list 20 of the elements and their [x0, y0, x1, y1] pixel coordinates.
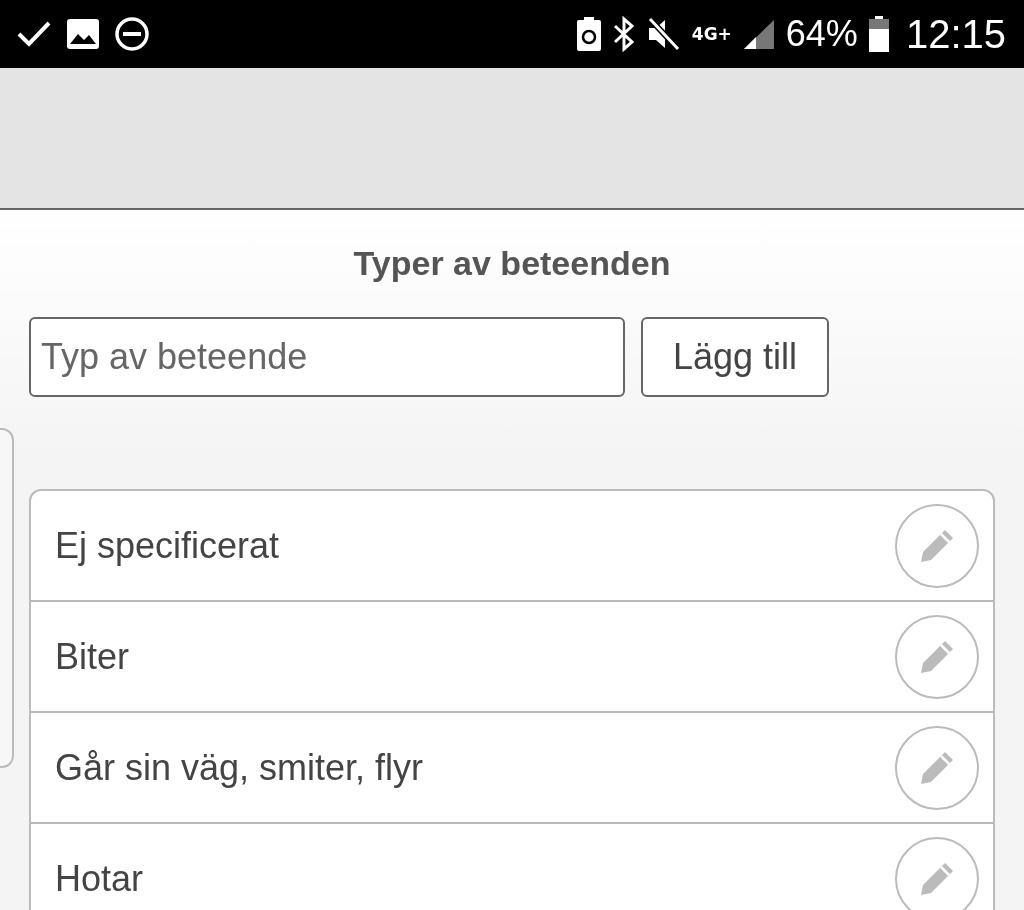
item-label: Går sin väg, smiter, flyr — [55, 746, 424, 789]
check-icon — [16, 19, 52, 49]
page-title: Typer av beteenden — [352, 244, 672, 283]
list-item[interactable]: Hotar — [31, 824, 993, 910]
item-label: Ej specificerat — [55, 524, 280, 567]
image-icon — [66, 18, 100, 50]
item-label: Hotar — [55, 857, 144, 900]
network-type: 4G+ — [691, 25, 732, 43]
bluetooth-icon — [611, 16, 636, 52]
list-item[interactable]: Går sin väg, smiter, flyr — [31, 713, 993, 824]
input-field[interactable]: Typ av beteende — [29, 317, 625, 397]
battery-saver-icon — [575, 17, 602, 51]
list-item[interactable]: Ej specificerat — [31, 491, 993, 602]
do-not-disturb-icon — [114, 16, 150, 52]
item-label: Biter — [55, 635, 130, 678]
battery-level: 64% — [785, 13, 858, 55]
list-item[interactable]: Biter — [31, 602, 993, 713]
add-button[interactable]: Lägg till — [641, 317, 830, 397]
battery-icon — [867, 16, 890, 52]
clock: 12:15 — [905, 11, 1006, 57]
